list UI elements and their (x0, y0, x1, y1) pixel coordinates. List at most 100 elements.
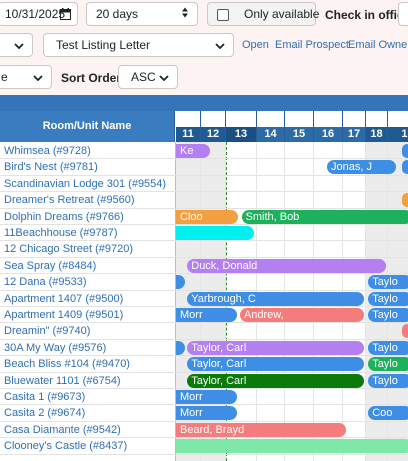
day-name: Sun (202, 112, 224, 124)
email-prospect-link[interactable]: Email Prospect (275, 39, 349, 51)
days-value: 20 days (96, 7, 139, 21)
booking-bar[interactable] (402, 144, 408, 158)
room-unit-name-header: Room/Unit Name (0, 111, 175, 142)
chevron-down-icon (215, 38, 225, 52)
day-header-8: Su 19 (388, 111, 408, 142)
room-name-link[interactable]: Apartment 1407 (#9500) (4, 291, 123, 307)
sort-order-value: ASC (131, 70, 156, 84)
room-name-link[interactable]: Whimsea (#9728) (4, 143, 91, 159)
day-header-1: Sun 12 (201, 111, 226, 142)
day-date: 14 (257, 127, 284, 142)
booking-bar[interactable]: Taylo (368, 291, 408, 306)
only-available-toggle[interactable]: Only available (207, 2, 320, 26)
room-name-link[interactable]: Sea Spray (#8484) (4, 258, 96, 274)
room-name-link[interactable]: 12 Dana (#9533) (4, 274, 87, 290)
room-name-link[interactable]: Dreamin" (#9740) (4, 323, 90, 339)
booking-bar[interactable]: Coo (368, 406, 408, 421)
sort-order-label: Sort Order: (61, 71, 126, 85)
booking-bar[interactable] (402, 160, 408, 175)
day-name: Sat (179, 112, 197, 124)
chevron-down-icon (14, 38, 24, 52)
day-date: 11 (176, 127, 200, 142)
room-name-link[interactable]: Casita 2 (#9674) (4, 405, 85, 421)
booking-bar[interactable]: Jonas, J (327, 160, 396, 175)
booking-bar[interactable]: Andrew, (239, 308, 364, 322)
day-date: 16 (314, 127, 342, 142)
calendar-icon[interactable] (60, 8, 71, 23)
booking-bar[interactable]: Taylor, Carl (187, 340, 364, 355)
booking-calendar: Room/Unit Name Sat 11 Sun 12 Mon 13 Tue 14 Wed 15… (0, 95, 408, 461)
day-name: Mon (229, 112, 253, 124)
room-name-link[interactable]: Bluewater 1101 (#6754) (4, 373, 121, 389)
day-date: 19 (388, 127, 408, 142)
booking-bar[interactable]: Taylo (368, 340, 408, 355)
only-available-checkbox[interactable] (217, 9, 229, 21)
day-header-5: Thu 16 (314, 111, 343, 142)
day-name: Sat (367, 112, 386, 124)
sort-order-select[interactable]: ASC (118, 65, 178, 89)
booking-bar[interactable] (402, 193, 408, 208)
day-date: 18 (366, 127, 387, 142)
check-in-office-label: Check in office: (325, 8, 408, 22)
day-header-0: Sat 11 (176, 111, 201, 142)
booking-bar[interactable]: Morr (176, 308, 237, 322)
room-name-link[interactable]: Casa Diamante (#9542) (4, 422, 121, 438)
booking-bar[interactable]: Taylo (368, 357, 408, 372)
booking-bar[interactable]: Morr (176, 390, 237, 404)
day-header-3: Tue 14 (257, 111, 285, 142)
booking-bar[interactable]: Morr (176, 406, 237, 421)
day-name: Tue (261, 112, 280, 124)
chevron-down-icon (159, 70, 169, 84)
booking-bar[interactable]: Taylor, Carl (187, 373, 364, 388)
room-name-link[interactable]: Apartment 1409 (#9501) (4, 307, 123, 323)
date-field[interactable]: 10/31/2025 (0, 2, 78, 26)
day-name: Wed (287, 112, 311, 124)
room-name-link[interactable]: Bird's Nest (#9781) (4, 159, 98, 175)
partial-select[interactable]: e (0, 65, 52, 89)
updown-icon (181, 7, 189, 22)
day-date: 13 (226, 127, 256, 142)
open-link[interactable]: Open (242, 39, 269, 51)
booking-bar[interactable] (402, 324, 408, 339)
only-available-label: Only available (244, 7, 320, 21)
room-name-link[interactable]: 11Beachhouse (#9787) (4, 225, 118, 241)
booking-bar[interactable]: Taylo (368, 308, 408, 322)
room-name-link[interactable]: Casita 1 (#9673) (4, 389, 85, 405)
booking-bar[interactable] (176, 226, 254, 240)
room-name-link[interactable]: 12 Chicago Street (#9720) (4, 241, 133, 257)
room-name-link[interactable]: Beach Bliss #104 (#9470) (4, 356, 130, 372)
booking-bar[interactable]: Duck, Donald (187, 258, 386, 273)
booking-bar[interactable]: Cloo (176, 209, 239, 224)
room-name-link[interactable]: Clooney's Castle (#8437) (4, 438, 127, 454)
room-name-link[interactable]: 30A My Way (#9576) (4, 340, 106, 356)
booking-bar[interactable]: Taylo (368, 373, 408, 388)
days-select[interactable]: 20 days (86, 2, 198, 26)
booking-bar[interactable]: Ke (176, 144, 210, 158)
day-name: Thu (317, 112, 339, 124)
partial-select-value: e (1, 70, 8, 84)
day-date: 17 (343, 127, 365, 142)
template-select[interactable]: Test Listing Letter (43, 33, 234, 57)
chevron-down-icon (33, 70, 43, 84)
day-header-7: Sat 18 (366, 111, 388, 142)
room-name-link[interactable]: Dolphin Dreams (#9766) (4, 209, 124, 225)
email-owner-link[interactable]: Email Owner (348, 39, 408, 51)
booking-bar[interactable]: Smith, Bob (241, 209, 408, 224)
month-header-bar (0, 95, 408, 111)
room-name-link[interactable]: Scandinavian Lodge 301 (#9554) (4, 176, 166, 192)
left-select[interactable] (0, 33, 33, 57)
date-value: 10/31/2025 (5, 7, 66, 21)
booking-bar[interactable]: Taylo (368, 275, 408, 290)
day-date: 12 (201, 127, 225, 142)
booking-bar[interactable]: Beard, Brayd (176, 422, 347, 437)
room-name-link[interactable]: Dreamer's Retreat (#9560) (4, 192, 135, 208)
day-date: 15 (285, 127, 313, 142)
check-in-office-select[interactable] (398, 2, 408, 26)
day-header-4: Wed 15 (285, 111, 314, 142)
booking-bar[interactable]: Taylor, Carl (187, 357, 364, 372)
booking-bar[interactable]: Yarbrough, C (187, 291, 364, 306)
template-value: Test Listing Letter (56, 38, 151, 52)
booking-bar[interactable] (176, 439, 408, 454)
day-header-6: Fri 17 (343, 111, 366, 142)
day-header-2: Mon 13 (226, 111, 257, 142)
